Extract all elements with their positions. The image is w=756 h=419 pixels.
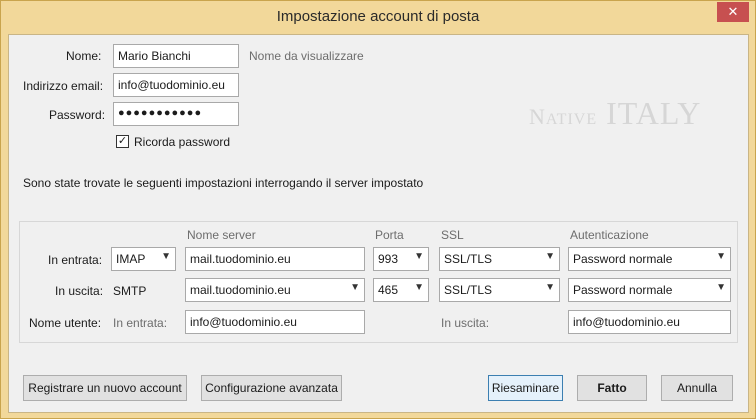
close-button[interactable]: ✕ [717,2,749,22]
outgoing-protocol: SMTP [113,284,147,298]
outgoing-auth-select[interactable]: Password normale ▼ [568,278,731,302]
name-label: Nome: [66,49,102,63]
username-incoming-label: In entrata: [113,316,168,330]
new-account-button[interactable]: Registrare un nuovo account [23,375,187,401]
outgoing-port-select[interactable]: 465 ▼ [373,278,429,302]
incoming-protocol-select[interactable]: IMAP ▼ [111,247,176,271]
chevron-down-icon: ▼ [716,251,726,262]
header-auth: Autenticazione [570,228,649,242]
username-incoming-field[interactable]: info@tuodominio.eu [185,310,365,334]
name-hint: Nome da visualizzare [249,49,364,63]
checkmark-icon: ✓ [117,135,128,147]
chevron-down-icon: ▼ [545,282,555,293]
outgoing-ssl-select[interactable]: SSL/TLS ▼ [439,278,560,302]
username-outgoing-field[interactable]: info@tuodominio.eu [568,310,731,334]
cancel-button[interactable]: Annulla [661,375,733,401]
account-setup-window: Impostazione account di posta ✕ Nome: Ma… [0,0,756,419]
remember-password-checkbox[interactable]: ✓ [116,135,129,148]
server-settings-group: Nome server Porta SSL Autenticazione In … [19,221,738,343]
header-ssl: SSL [441,228,464,242]
chevron-down-icon: ▼ [716,282,726,293]
done-button[interactable]: Fatto [577,375,647,401]
incoming-label: In entrata: [48,253,103,267]
incoming-port-select[interactable]: 993 ▼ [373,247,429,271]
chevron-down-icon: ▼ [414,282,424,293]
watermark-logo: NATIVE ITALY [529,95,702,131]
retest-button[interactable]: Riesaminare [488,375,563,401]
advanced-config-button[interactable]: Configurazione avanzata [201,375,342,401]
chevron-down-icon: ▼ [545,251,555,262]
close-icon: ✕ [727,4,739,19]
incoming-server-field[interactable]: mail.tuodominio.eu [185,247,365,271]
title-bar: Impostazione account di posta ✕ [1,1,755,34]
username-outgoing-label: In uscita: [441,316,490,330]
username-label: Nome utente: [29,316,102,330]
window-title: Impostazione account di posta [276,8,480,25]
email-label: Indirizzo email: [23,79,104,93]
outgoing-label: In uscita: [55,284,104,298]
incoming-ssl-select[interactable]: SSL/TLS ▼ [439,247,560,271]
header-server: Nome server [187,228,256,242]
chevron-down-icon: ▼ [161,251,171,262]
header-port: Porta [375,228,404,242]
status-message: Sono state trovate le seguenti impostazi… [23,176,424,190]
password-field[interactable]: ●●●●●●●●●●● [113,102,239,126]
chevron-down-icon: ▼ [414,251,424,262]
remember-password-label: Ricorda password [134,135,231,149]
incoming-auth-select[interactable]: Password normale ▼ [568,247,731,271]
password-label: Password: [49,108,106,122]
outgoing-server-select[interactable]: mail.tuodominio.eu ▼ [185,278,365,302]
email-field[interactable]: info@tuodominio.eu [113,73,239,97]
name-field[interactable]: Mario Bianchi [113,44,239,68]
chevron-down-icon: ▼ [350,282,360,293]
